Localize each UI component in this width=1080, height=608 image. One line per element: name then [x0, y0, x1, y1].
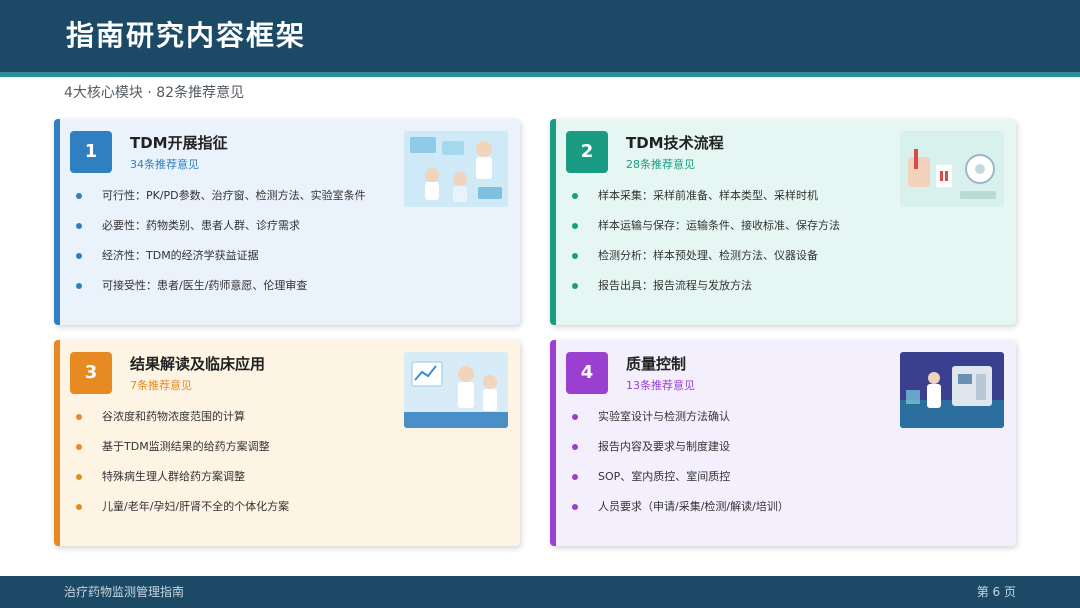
card-accent-bar	[54, 119, 60, 325]
module-recommendation-count: 13条推荐意见	[626, 379, 695, 392]
list-item: 可接受性：患者/医生/药师意愿、伦理审查	[76, 271, 366, 301]
card-accent-bar	[550, 119, 556, 325]
module-recommendation-count: 28条推荐意见	[626, 158, 695, 171]
module-recommendation-count: 34条推荐意见	[130, 158, 199, 171]
list-item: 儿童/老年/孕妇/肝肾不全的个体化方案	[76, 492, 289, 522]
card-accent-bar	[550, 340, 556, 546]
module-card-1: 1 TDM开展指征 34条推荐意见 可行性：PK/PD参数、治疗窗、检测方法、实…	[54, 119, 520, 325]
clinical-scene-image	[404, 131, 508, 207]
module-recommendation-count: 7条推荐意见	[130, 379, 192, 392]
module-card-2: 2 TDM技术流程 28条推荐意见 样本采集：采样前准备、样本类型、采样时机 样…	[550, 119, 1016, 325]
module-item-list: 样本采集：采样前准备、样本类型、采样时机 样本运输与保存：运输条件、接收标准、保…	[572, 181, 840, 301]
card-accent-bar	[54, 340, 60, 546]
module-number-badge: 3	[70, 352, 112, 394]
list-item: 经济性：TDM的经济学获益证据	[76, 241, 366, 271]
page-title: 指南研究内容框架	[66, 19, 307, 52]
list-item: 样本运输与保存：运输条件、接收标准、保存方法	[572, 211, 840, 241]
list-item: 可行性：PK/PD参数、治疗窗、检测方法、实验室条件	[76, 181, 366, 211]
module-title: TDM开展指征	[130, 134, 228, 152]
module-item-list: 可行性：PK/PD参数、治疗窗、检测方法、实验室条件 必要性：药物类别、患者人群…	[76, 181, 366, 301]
laboratory-image	[900, 352, 1004, 428]
header-bar: 指南研究内容框架	[0, 0, 1080, 72]
lab-sampling-image	[900, 131, 1004, 207]
module-card-4: 4 质量控制 13条推荐意见 实验室设计与检测方法确认 报告内容及要求与制度建设…	[550, 340, 1016, 546]
list-item: 特殊病生理人群给药方案调整	[76, 462, 289, 492]
module-card-3: 3 结果解读及临床应用 7条推荐意见 谷浓度和药物浓度范围的计算 基于TDM监测…	[54, 340, 520, 546]
list-item: 报告出具：报告流程与发放方法	[572, 271, 840, 301]
list-item: 必要性：药物类别、患者人群、诊疗需求	[76, 211, 366, 241]
footer-bar: 治疗药物监测管理指南 第 6 页	[0, 576, 1080, 608]
list-item: 实验室设计与检测方法确认	[572, 402, 789, 432]
doctor-consultation-image	[404, 352, 508, 428]
list-item: 报告内容及要求与制度建设	[572, 432, 789, 462]
header-accent-stripe	[0, 72, 1080, 77]
module-item-list: 谷浓度和药物浓度范围的计算 基于TDM监测结果的给药方案调整 特殊病生理人群给药…	[76, 402, 289, 522]
list-item: 基于TDM监测结果的给药方案调整	[76, 432, 289, 462]
module-item-list: 实验室设计与检测方法确认 报告内容及要求与制度建设 SOP、室内质控、室间质控 …	[572, 402, 789, 522]
page-subtitle: 4大核心模块 · 82条推荐意见	[64, 85, 245, 101]
list-item: 人员要求（申请/采集/检测/解读/培训）	[572, 492, 789, 522]
module-number-badge: 4	[566, 352, 608, 394]
module-number-badge: 1	[70, 131, 112, 173]
module-title: TDM技术流程	[626, 134, 724, 152]
list-item: 样本采集：采样前准备、样本类型、采样时机	[572, 181, 840, 211]
list-item: 检测分析：样本预处理、检测方法、仪器设备	[572, 241, 840, 271]
module-title: 结果解读及临床应用	[130, 355, 266, 373]
footer-document-title: 治疗药物监测管理指南	[64, 585, 185, 599]
module-number-badge: 2	[566, 131, 608, 173]
list-item: 谷浓度和药物浓度范围的计算	[76, 402, 289, 432]
list-item: SOP、室内质控、室间质控	[572, 462, 789, 492]
page-number: 第 6 页	[976, 585, 1016, 599]
module-title: 质量控制	[626, 355, 687, 373]
